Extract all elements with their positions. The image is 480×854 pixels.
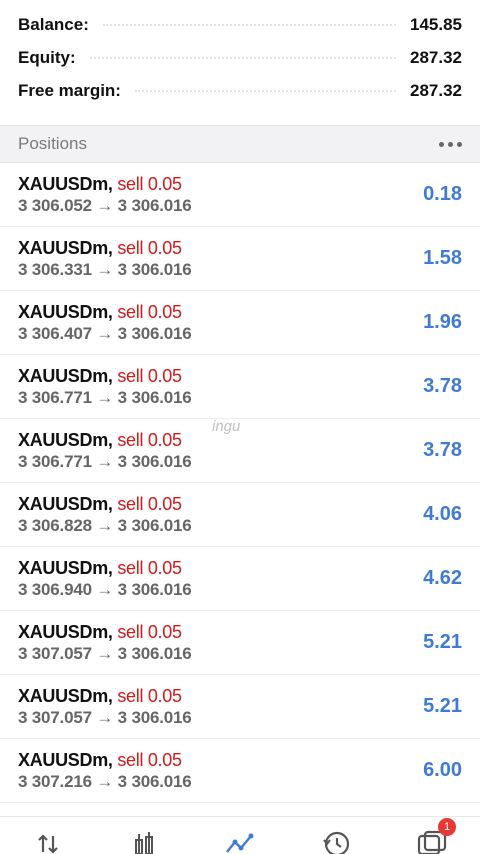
position-side: sell 0.05 (117, 749, 182, 770)
position-prices: 3 307.216 → 3 306.016 (18, 771, 192, 791)
balance-row: Balance: 145.85 (18, 8, 462, 41)
nav-chart[interactable] (114, 824, 174, 854)
position-symbol: XAUUSDm, (18, 237, 113, 258)
position-side: sell 0.05 (117, 301, 182, 322)
candlestick-chart-icon (131, 832, 157, 854)
position-profit: 1.96 (423, 311, 462, 333)
position-symbol: XAUUSDm, (18, 365, 113, 386)
free-margin-value: 287.32 (410, 80, 462, 100)
positions-header: Positions (0, 125, 480, 163)
position-row[interactable]: XAUUSDm, sell 0.05 3 307.057 → 3 306.016… (0, 611, 480, 675)
position-side: sell 0.05 (117, 237, 182, 258)
position-symbol: XAUUSDm, (18, 749, 113, 770)
position-prices: 3 306.940 → 3 306.016 (18, 579, 192, 599)
nav-trade[interactable] (210, 824, 270, 854)
position-symbol: XAUUSDm, (18, 557, 113, 578)
position-side: sell 0.05 (117, 429, 182, 450)
position-row[interactable]: XAUUSDm, sell 0.05 3 306.052 → 3 306.016… (0, 163, 480, 227)
equity-row: Equity: 287.32 (18, 41, 462, 74)
position-prices: 3 307.057 → 3 306.016 (18, 707, 192, 727)
position-profit: 6.00 (423, 759, 462, 781)
position-side: sell 0.05 (117, 173, 182, 194)
position-prices: 3 306.052 → 3 306.016 (18, 195, 192, 215)
position-profit: 5.21 (423, 695, 462, 717)
position-row[interactable]: XAUUSDm, sell 0.05 3 307.216 → 3 306.016… (0, 739, 480, 803)
dotted-leader (89, 56, 396, 59)
dotted-leader (134, 89, 396, 92)
position-profit: 1.58 (423, 247, 462, 269)
account-summary: Balance: 145.85 Equity: 287.32 Free marg… (0, 0, 480, 113)
position-symbol: XAUUSDm, (18, 493, 113, 514)
nav-history[interactable] (306, 824, 366, 854)
position-profit: 4.62 (423, 567, 462, 589)
position-profit: 3.78 (423, 439, 462, 461)
position-symbol: XAUUSDm, (18, 301, 113, 322)
position-side: sell 0.05 (117, 685, 182, 706)
position-symbol: XAUUSDm, (18, 429, 113, 450)
quotes-icon (35, 832, 61, 854)
more-options-icon[interactable] (439, 141, 462, 147)
position-prices: 3 306.407 → 3 306.016 (18, 323, 192, 343)
notification-badge: 1 (438, 818, 456, 836)
position-profit: 4.06 (423, 503, 462, 525)
positions-title: Positions (18, 134, 87, 153)
nav-messages[interactable]: 1 (402, 818, 462, 854)
position-row[interactable]: XAUUSDm, sell 0.05 3 307.057 → 3 306.016… (0, 675, 480, 739)
position-prices: 3 306.771 → 3 306.016 (18, 451, 192, 471)
position-symbol: XAUUSDm, (18, 173, 113, 194)
position-prices: 3 306.331 → 3 306.016 (18, 259, 192, 279)
position-row[interactable]: XAUUSDm, sell 0.05 3 306.407 → 3 306.016… (0, 291, 480, 355)
position-profit: 5.21 (423, 631, 462, 653)
position-symbol: XAUUSDm, (18, 621, 113, 642)
free-margin-label: Free margin: (18, 80, 121, 100)
balance-label: Balance: (18, 14, 89, 34)
trade-icon (225, 832, 255, 854)
bottom-navigation: 1 (0, 816, 480, 854)
nav-quotes[interactable] (18, 824, 78, 854)
position-side: sell 0.05 (117, 365, 182, 386)
position-row[interactable]: XAUUSDm, sell 0.05 3 306.940 → 3 306.016… (0, 547, 480, 611)
position-symbol: XAUUSDm, (18, 685, 113, 706)
equity-value: 287.32 (410, 47, 462, 67)
balance-value: 145.85 (410, 14, 462, 34)
position-row[interactable]: XAUUSDm, sell 0.05 3 306.771 → 3 306.016… (0, 355, 480, 419)
history-icon (321, 830, 351, 854)
position-side: sell 0.05 (117, 493, 182, 514)
position-prices: 3 306.828 → 3 306.016 (18, 515, 192, 535)
free-margin-row: Free margin: 287.32 (18, 74, 462, 107)
position-side: sell 0.05 (117, 557, 182, 578)
position-row[interactable]: XAUUSDm, sell 0.05 3 306.771 → 3 306.016… (0, 419, 480, 483)
dotted-leader (102, 23, 396, 26)
position-prices: 3 306.771 → 3 306.016 (18, 387, 192, 407)
position-row[interactable]: XAUUSDm, sell 0.05 3 306.331 → 3 306.016… (0, 227, 480, 291)
position-profit: 0.18 (423, 183, 462, 205)
position-prices: 3 307.057 → 3 306.016 (18, 643, 192, 663)
position-profit: 3.78 (423, 375, 462, 397)
position-row[interactable]: XAUUSDm, sell 0.05 3 306.828 → 3 306.016… (0, 483, 480, 547)
position-side: sell 0.05 (117, 621, 182, 642)
positions-list: XAUUSDm, sell 0.05 3 306.052 → 3 306.016… (0, 163, 480, 803)
equity-label: Equity: (18, 47, 76, 67)
